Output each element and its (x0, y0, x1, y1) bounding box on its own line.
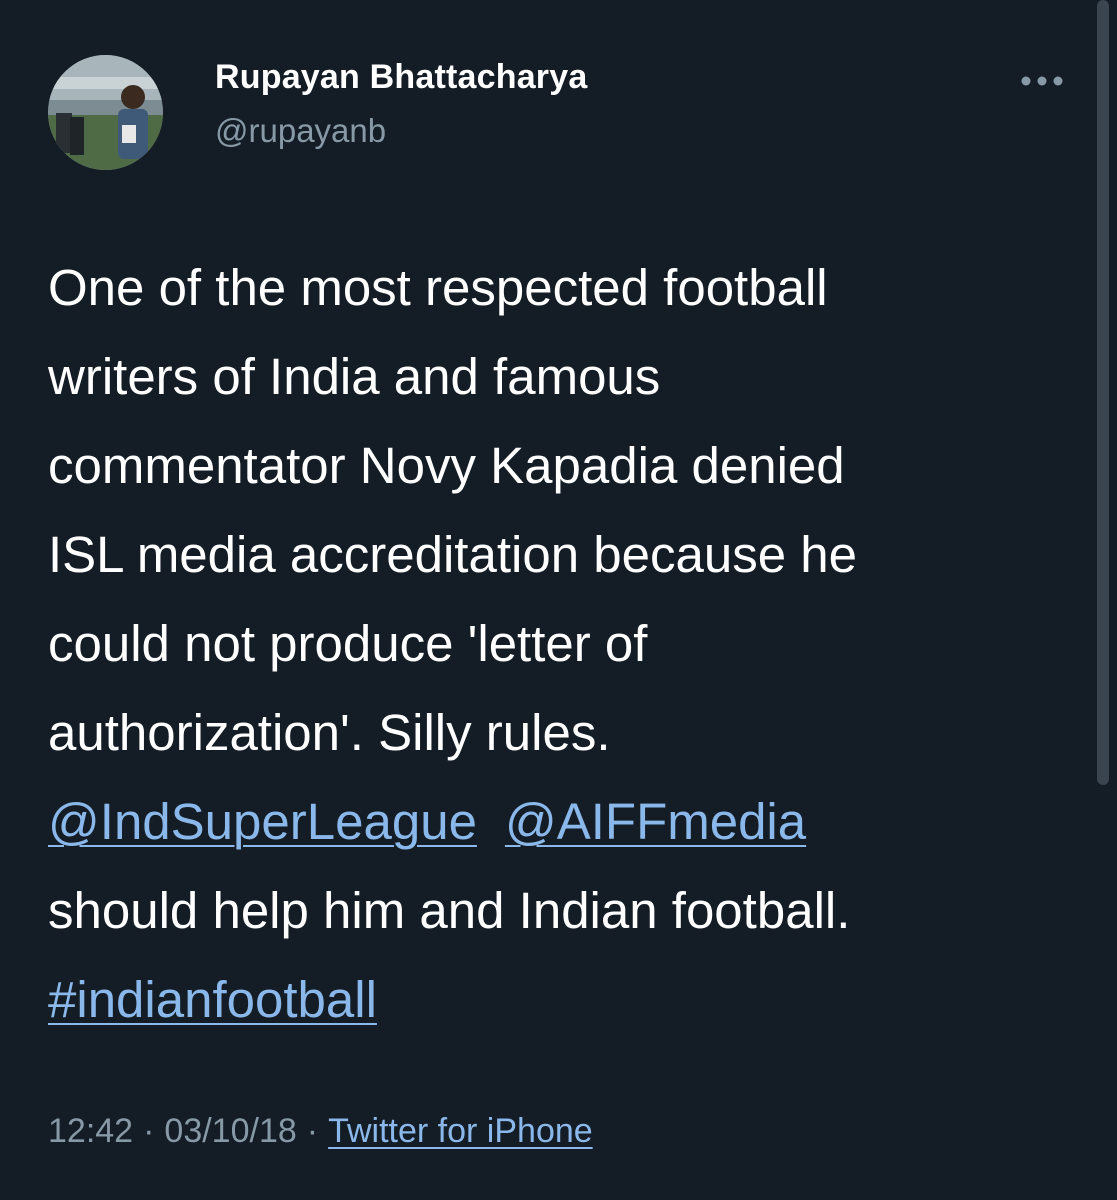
mention-link-indsuperleague[interactable]: @IndSuperLeague (48, 793, 477, 850)
tweet-text-line: One of the most respected football (48, 259, 828, 316)
avatar[interactable] (48, 55, 163, 170)
tweet-text-line: commentator Novy Kapadia denied (48, 437, 845, 494)
hashtag-line: #indianfootball (48, 955, 1058, 1044)
profile-photo-icon (48, 55, 163, 170)
tweet-text: One of the most respected football write… (48, 243, 1058, 1044)
tweet-card: Rupayan Bhattacharya @rupayanb One of th… (0, 0, 1117, 1200)
mention-link-aiffmedia[interactable]: @AIFFmedia (505, 793, 806, 850)
meta-separator: · (143, 1112, 155, 1150)
mentions-line: @IndSuperLeague @AIFFmedia (48, 777, 1058, 866)
tweet-text-line: should help him and Indian football. (48, 882, 851, 939)
tweet-meta: 12:42 · 03/10/18 · Twitter for iPhone (48, 1112, 593, 1151)
tweet-text-line: could not produce 'letter of (48, 615, 648, 672)
more-options-icon (1021, 76, 1063, 86)
tweet-time: 12:42 (48, 1112, 134, 1150)
author-display-name[interactable]: Rupayan Bhattacharya (215, 58, 587, 97)
tweet-date: 03/10/18 (164, 1112, 297, 1150)
tweet-source-link[interactable]: Twitter for iPhone (328, 1112, 593, 1150)
tweet-text-line: writers of India and famous (48, 348, 661, 405)
hashtag-link[interactable]: #indianfootball (48, 971, 377, 1028)
tweet-text-line: ISL media accreditation because he (48, 526, 857, 583)
tweet-text-line: authorization'. Silly rules. (48, 704, 611, 761)
scrollbar[interactable] (1097, 0, 1109, 785)
meta-separator: · (306, 1112, 319, 1150)
more-options-button[interactable] (1018, 66, 1066, 96)
author-handle[interactable]: @rupayanb (215, 112, 386, 150)
